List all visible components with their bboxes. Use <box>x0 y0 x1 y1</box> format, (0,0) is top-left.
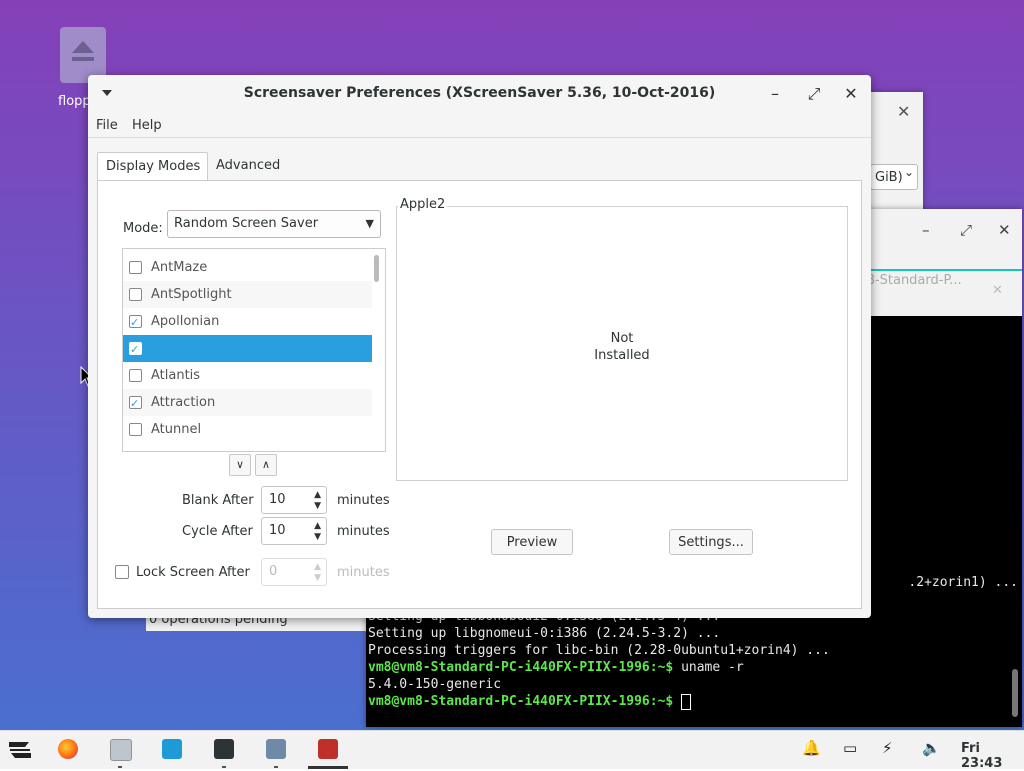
close-tab-icon[interactable]: ✕ <box>992 283 1003 298</box>
divider <box>88 137 871 138</box>
lock-screen-label[interactable]: Lock Screen After <box>136 565 250 580</box>
increment-icon[interactable]: ▲ <box>314 522 321 531</box>
lock-after-value: 0 <box>269 564 278 579</box>
decrement-icon: ▼ <box>314 573 321 583</box>
maximize-icon[interactable]: ⤢ <box>804 84 824 104</box>
move-down-button[interactable]: ∨ <box>229 454 251 476</box>
lock-after-unit: minutes <box>337 565 390 580</box>
settings-button[interactable]: Settings... <box>669 529 753 555</box>
list-item-label: Apollonian <box>151 314 220 329</box>
terminal-tab[interactable]: m8-Standard-P... ✕ <box>854 273 1014 311</box>
firefox-icon[interactable] <box>58 739 78 759</box>
menu-bar: File Help <box>88 115 871 137</box>
cycle-after-unit: minutes <box>337 524 390 539</box>
screensaver-icon[interactable] <box>318 739 338 759</box>
chevron-down-icon: ▼ <box>365 217 374 230</box>
display-icon[interactable]: ▭ <box>843 739 857 757</box>
preview-button[interactable]: Preview <box>491 529 573 555</box>
mode-select[interactable]: Random Screen Saver ▼ <box>167 210 381 238</box>
display-modes-panel: Mode: Random Screen Saver ▼ AntMaze AntS… <box>97 180 862 609</box>
clock[interactable]: Fri 23:43 <box>961 741 1024 771</box>
list-item-label: Atlantis <box>151 368 201 383</box>
list-item-selected[interactable]: Apple2 <box>123 335 372 363</box>
list-item[interactable]: AntMaze <box>123 254 372 281</box>
close-icon[interactable]: ✕ <box>841 84 861 103</box>
list-item-label: AntSpotlight <box>151 287 232 302</box>
tab-display-modes[interactable]: Display Modes <box>97 152 208 181</box>
decrement-icon[interactable]: ▼ <box>314 533 321 542</box>
power-icon[interactable]: ⚡ <box>882 739 893 757</box>
screensaver-preferences-dialog[interactable]: Screensaver Preferences (XScreenSaver 5.… <box>88 75 871 618</box>
terminal-line: 5.4.0-150-generic <box>368 677 502 692</box>
cycle-after-label: Cycle After <box>182 524 253 539</box>
title-bar[interactable]: Screensaver Preferences (XScreenSaver 5.… <box>88 75 871 113</box>
terminal-icon[interactable] <box>214 739 234 759</box>
checkbox-checked[interactable] <box>129 336 142 363</box>
menu-help[interactable]: Help <box>132 118 162 133</box>
preview-message: Not Installed <box>396 330 848 364</box>
checkbox-checked[interactable] <box>129 390 142 417</box>
decrement-icon[interactable]: ▼ <box>314 502 321 511</box>
chevron-down-icon: ⌄ <box>904 165 915 179</box>
list-item-label: Atunnel <box>151 422 202 437</box>
menu-file[interactable]: File <box>96 118 118 133</box>
list-item[interactable]: Apollonian <box>123 308 372 336</box>
disk-utility-icon[interactable] <box>266 739 286 759</box>
minimize-icon[interactable]: – <box>922 221 930 239</box>
list-scrollbar[interactable] <box>374 255 379 282</box>
list-item[interactable]: Attraction <box>123 389 372 417</box>
lock-after-spinner: 0 ▲ ▼ <box>261 558 327 586</box>
taskbar: 🔔 ▭ ⚡ 🔈 Fri 23:43 <box>0 730 1024 771</box>
blank-after-unit: minutes <box>337 493 390 508</box>
blank-after-value: 10 <box>269 492 286 507</box>
increment-icon[interactable]: ▲ <box>314 491 321 500</box>
checkbox[interactable] <box>129 369 142 382</box>
software-store-icon[interactable] <box>162 739 182 759</box>
mode-label: Mode: <box>123 221 163 236</box>
volume-icon[interactable]: 🔈 <box>922 739 941 757</box>
checkbox[interactable] <box>129 261 142 274</box>
list-item[interactable]: AntSpotlight <box>123 281 372 308</box>
blank-after-spinner[interactable]: 10 ▲ ▼ <box>261 486 327 514</box>
desktop: flopp ✕ GiB) ⌄ 0 operations pending – ⤢ … <box>0 0 1024 730</box>
checkbox-checked[interactable] <box>129 309 142 336</box>
close-icon[interactable]: ✕ <box>998 221 1011 239</box>
list-item-label: AntMaze <box>151 260 208 275</box>
move-up-button[interactable]: ∧ <box>255 454 277 476</box>
list-item-label: Apple2 <box>151 341 197 356</box>
minimize-icon[interactable]: – <box>765 84 785 103</box>
terminal-line: Setting up libgnomeui-0:i386 (2.24.5-3.2… <box>368 626 721 641</box>
blank-after-label: Blank After <box>182 493 254 508</box>
preview-title: Apple2 <box>398 197 448 212</box>
maximize-icon[interactable]: ⤢ <box>960 221 972 239</box>
preview-message-line: Installed <box>594 348 650 363</box>
screensaver-list[interactable]: AntMaze AntSpotlight Apollonian Apple2 A… <box>122 248 386 452</box>
notifications-bell-icon[interactable]: 🔔 <box>802 739 821 757</box>
cycle-after-spinner[interactable]: 10 ▲ ▼ <box>261 517 327 545</box>
cycle-after-value: 10 <box>269 523 286 538</box>
checkbox[interactable] <box>129 423 142 436</box>
checkbox[interactable] <box>129 288 142 301</box>
terminal-prompt: vm8@vm8-Standard-PC-i440FX-PIIX-1996:~$ <box>368 660 674 675</box>
files-icon[interactable] <box>110 739 132 761</box>
preview-message-line: Not <box>610 331 634 346</box>
desktop-icon-label[interactable]: flopp <box>58 94 91 109</box>
lock-screen-checkbox[interactable] <box>115 565 129 579</box>
terminal-scrollbar[interactable] <box>1012 669 1018 717</box>
close-icon[interactable]: ✕ <box>897 102 910 121</box>
increment-icon: ▲ <box>314 562 321 572</box>
list-item[interactable]: Atlantis <box>123 362 372 389</box>
window-title: Screensaver Preferences (XScreenSaver 5.… <box>243 85 716 101</box>
list-item[interactable]: Atunnel <box>123 416 372 443</box>
tab-advanced[interactable]: Advanced <box>208 152 288 181</box>
zorin-menu-icon[interactable] <box>6 738 34 762</box>
list-item-label: Attraction <box>151 395 216 410</box>
terminal-line: Processing triggers for libc-bin (2.28-0… <box>368 643 830 658</box>
terminal-prompt: vm8@vm8-Standard-PC-i440FX-PIIX-1996:~$ <box>368 694 674 709</box>
terminal-cursor <box>681 693 692 710</box>
terminal-command: uname -r <box>681 660 744 675</box>
mode-select-value: Random Screen Saver <box>174 216 319 231</box>
